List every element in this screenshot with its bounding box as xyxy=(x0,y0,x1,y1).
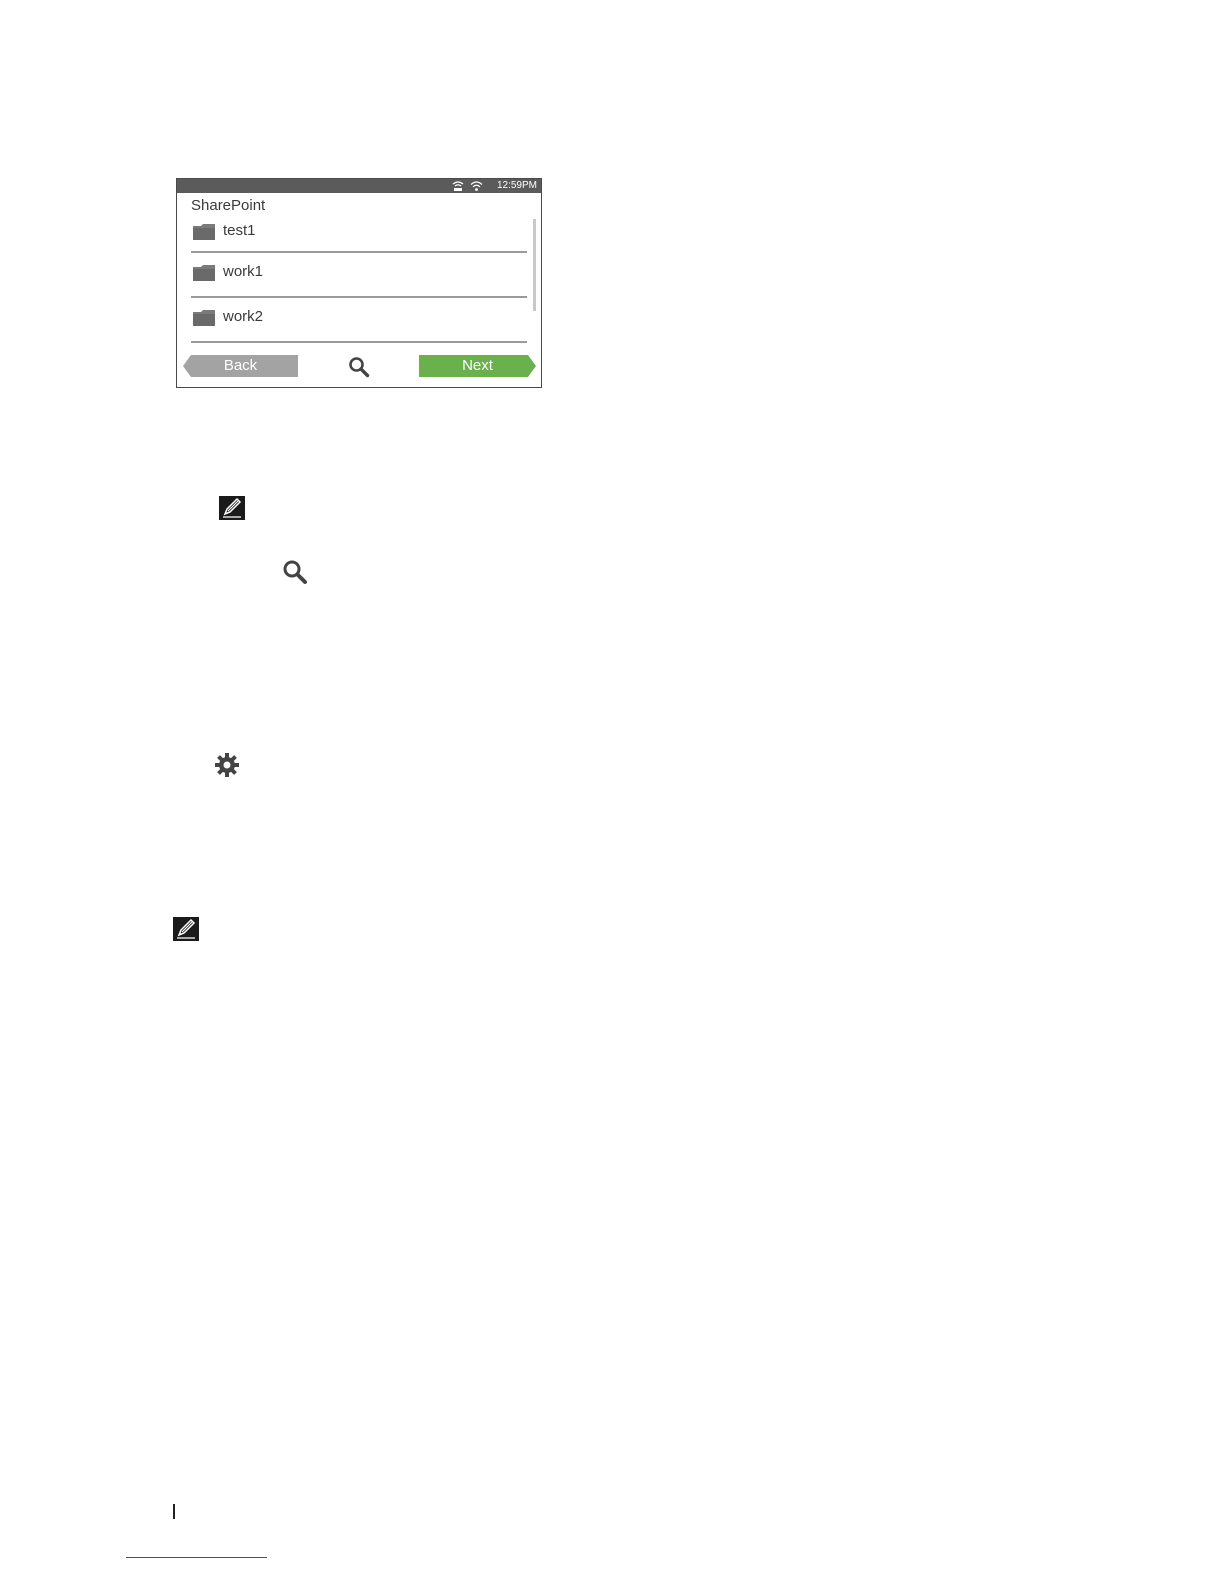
wifi-icon xyxy=(470,181,483,191)
note-icon xyxy=(219,496,245,520)
list-item[interactable]: test1 xyxy=(191,217,527,253)
next-button-label: Next xyxy=(462,357,493,374)
folder-icon xyxy=(193,224,215,240)
status-bar: 12:59PM xyxy=(177,179,541,193)
back-button[interactable]: Back xyxy=(183,355,298,377)
list-item[interactable]: work2 xyxy=(191,298,527,343)
list-item[interactable]: work1 xyxy=(191,253,527,298)
status-clock: 12:59PM xyxy=(496,180,537,191)
folder-list: test1 work1 work2 xyxy=(191,217,527,343)
list-item-label: work2 xyxy=(223,308,264,325)
footer-link[interactable] xyxy=(126,1557,267,1558)
screen-title: SharePoint xyxy=(191,197,266,214)
scrollbar[interactable] xyxy=(533,219,536,311)
device-screen: 12:59PM SharePoint test1 work1 work2 Bac… xyxy=(176,178,542,388)
network-icon xyxy=(452,181,464,191)
gear-icon xyxy=(215,753,239,777)
next-button[interactable]: Next xyxy=(419,355,536,377)
folder-icon xyxy=(193,265,215,281)
search-icon[interactable] xyxy=(348,356,370,378)
folder-icon xyxy=(193,310,215,326)
note-icon xyxy=(173,917,199,941)
margin-bar xyxy=(173,1504,175,1519)
list-item-label: work1 xyxy=(223,263,264,280)
search-icon xyxy=(283,560,307,584)
back-button-label: Back xyxy=(223,357,258,374)
list-item-label: test1 xyxy=(223,222,256,239)
